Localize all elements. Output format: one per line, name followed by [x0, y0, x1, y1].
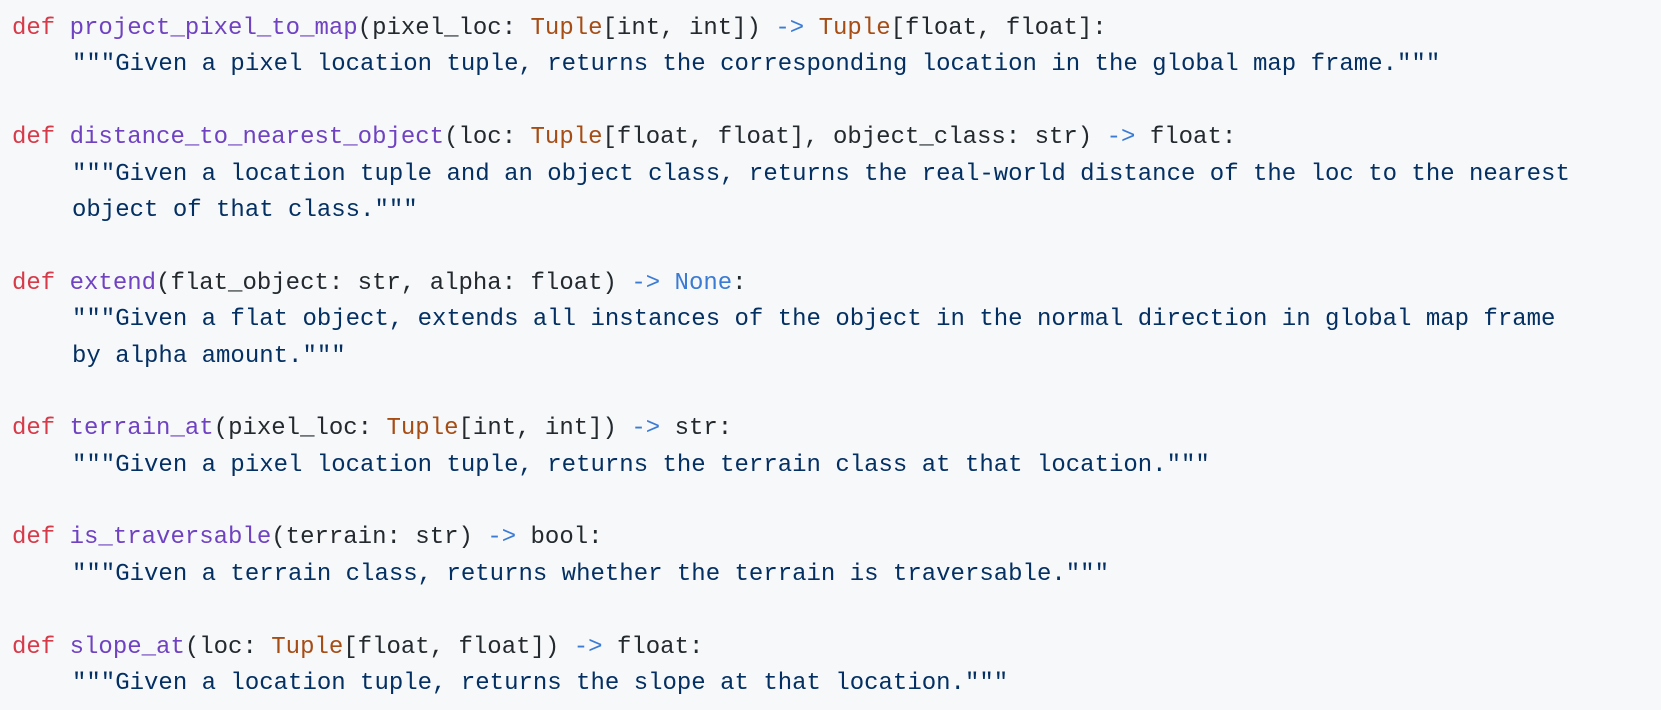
return-arrow: ->	[631, 269, 661, 297]
param-name: pixel_loc:	[372, 15, 531, 42]
def-keyword: def	[12, 124, 56, 152]
function-signature-is-traversable: def is_traversable(terrain: str) -> bool…	[0, 520, 1661, 556]
return-arrow: ->	[487, 524, 517, 552]
param-type-args: [int, int])	[602, 15, 761, 42]
docstring-line: """Given a flat object, extends all inst…	[72, 306, 1556, 334]
docstring-line: """Given a pixel location tuple, returns…	[72, 51, 1441, 79]
docstring-line: object of that class."""	[72, 196, 418, 224]
code-block: def project_pixel_to_map(pixel_loc: Tupl…	[0, 0, 1661, 710]
param-type-args: [int, int])	[458, 415, 617, 443]
open-paren: (	[444, 124, 459, 152]
open-paren: (	[213, 415, 229, 443]
params: (terrain: str)	[271, 524, 473, 552]
docstring-line: """Given a terrain class, returns whethe…	[72, 560, 1109, 588]
param-type-args: [float, float])	[343, 633, 560, 661]
docstring-line: """Given a location tuple and an object …	[72, 160, 1570, 188]
param-name: loc:	[199, 633, 272, 661]
return-type-none: None	[674, 269, 733, 297]
function-name: extend	[69, 269, 157, 297]
function-name: distance_to_nearest_object	[69, 124, 445, 152]
return-type: str:	[674, 415, 733, 443]
return-arrow: ->	[631, 415, 661, 443]
function-signature-terrain-at: def terrain_at(pixel_loc: Tuple[int, int…	[0, 411, 1661, 447]
return-arrow: ->	[1106, 124, 1136, 152]
return-type: Tuple	[818, 15, 891, 42]
function-signature-extend: def extend(flat_object: str, alpha: floa…	[0, 266, 1661, 302]
def-keyword: def	[12, 15, 56, 42]
param-type: Tuple	[530, 15, 603, 42]
function-name: slope_at	[69, 633, 185, 661]
return-arrow: ->	[573, 633, 603, 661]
function-signature-project-pixel-to-map: def project_pixel_to_map(pixel_loc: Tupl…	[0, 11, 1661, 47]
open-paren: (	[184, 633, 200, 661]
param-type: Tuple	[271, 633, 344, 661]
param-type-args: [float, float], object_class: str)	[602, 124, 1093, 152]
param-type: Tuple	[386, 415, 459, 443]
function-signature-distance-to-nearest-object: def distance_to_nearest_object(loc: Tupl…	[0, 120, 1661, 156]
def-keyword: def	[12, 415, 56, 443]
return-arrow: ->	[775, 15, 805, 42]
function-name: is_traversable	[69, 524, 272, 552]
def-keyword: def	[12, 524, 56, 552]
docstring-line: by alpha amount."""	[72, 342, 346, 370]
def-keyword: def	[12, 269, 56, 297]
function-name: terrain_at	[69, 415, 214, 443]
docstring-line: """Given a pixel location tuple, returns…	[72, 451, 1210, 479]
return-type: float:	[616, 633, 704, 661]
param-name: loc:	[458, 124, 531, 152]
colon: :	[732, 269, 747, 297]
return-type: float:	[1149, 124, 1237, 152]
open-paren: (	[357, 15, 373, 42]
param-name: pixel_loc:	[228, 415, 387, 443]
function-name: project_pixel_to_map	[69, 15, 358, 42]
def-keyword: def	[12, 633, 56, 661]
params: (flat_object: str, alpha: float)	[156, 269, 617, 297]
function-signature-slope-at: def slope_at(loc: Tuple[float, float]) -…	[0, 630, 1661, 666]
param-type: Tuple	[530, 124, 603, 152]
return-type-args: [float, float]:	[890, 15, 1107, 42]
docstring-line: """Given a location tuple, returns the s…	[72, 670, 1009, 698]
return-type: bool:	[530, 524, 603, 552]
